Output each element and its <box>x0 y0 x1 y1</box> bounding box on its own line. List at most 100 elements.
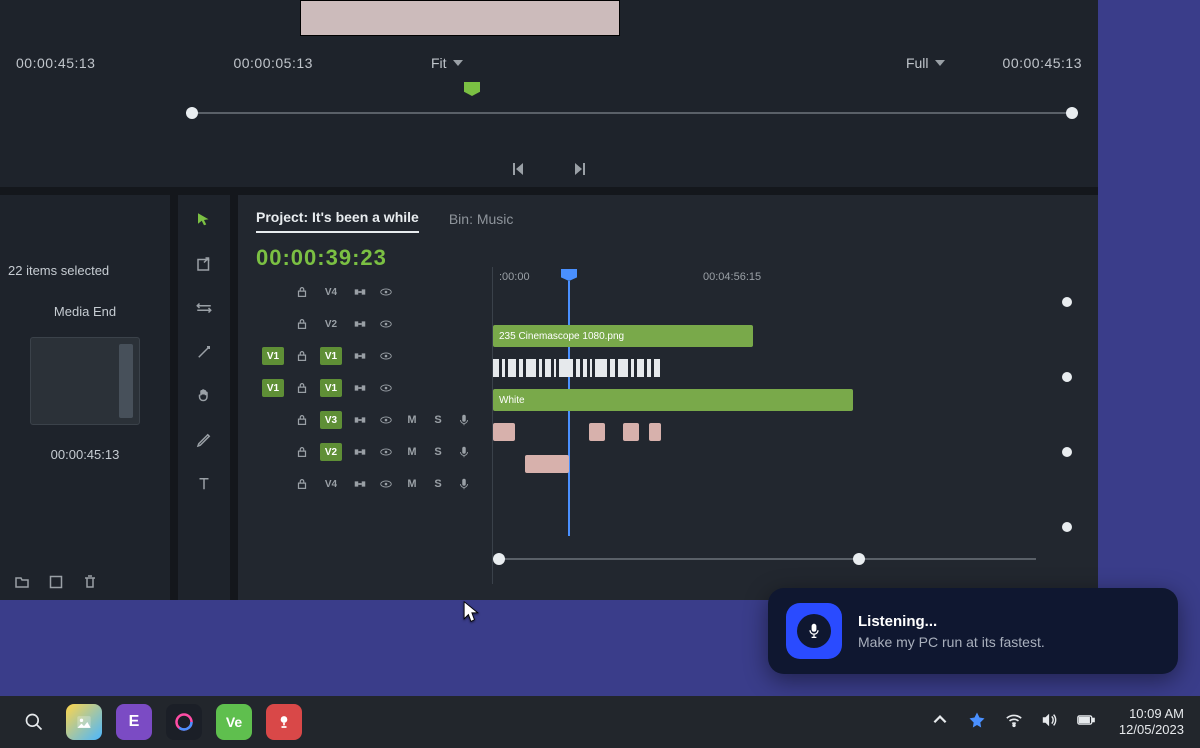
zoom-fit-label: Fit <box>431 55 447 71</box>
photos-app-icon[interactable] <box>66 704 102 740</box>
rate-stretch-tool[interactable] <box>193 341 215 363</box>
track-label: V2 <box>320 443 342 461</box>
eye-icon[interactable] <box>378 285 394 299</box>
track-lane[interactable] <box>493 483 1036 509</box>
assistant-transcript: Make my PC run at its fastest. <box>858 634 1045 650</box>
new-bin-icon[interactable] <box>14 574 30 590</box>
track-header-row[interactable]: V2 <box>256 311 492 337</box>
lock-icon[interactable] <box>294 349 310 363</box>
eye-icon[interactable] <box>378 317 394 331</box>
new-item-icon[interactable] <box>48 574 64 590</box>
track-header-row[interactable]: V1 V1 <box>256 375 492 401</box>
voiceover-icon[interactable] <box>456 445 472 459</box>
audio-clip[interactable] <box>649 423 661 441</box>
source-in-timecode: 00:00:05:13 <box>233 55 312 71</box>
track-area[interactable]: :00:00 00:04:56:15 235 Cinemascope 1080.… <box>492 267 1080 584</box>
track-header-row[interactable]: V3 M S <box>256 407 492 433</box>
sync-lock-icon[interactable] <box>352 285 368 299</box>
export-frame-tool[interactable] <box>193 253 215 275</box>
battery-icon[interactable] <box>1077 711 1095 734</box>
wifi-icon[interactable] <box>1005 711 1023 734</box>
eye-icon[interactable] <box>378 381 394 395</box>
solo-toggle[interactable]: S <box>434 478 441 490</box>
taskbar-clock[interactable]: 10:09 AM 12/05/2023 <box>1119 706 1184 737</box>
copilot-icon[interactable] <box>967 710 987 735</box>
delete-icon[interactable] <box>82 574 98 590</box>
track-headers: V4 V2 V1 V1 <box>256 267 492 584</box>
track-lane[interactable] <box>493 451 1036 477</box>
video-clip[interactable]: 235 Cinemascope 1080.png <box>493 325 753 347</box>
voice-assistant-popup[interactable]: Listening... Make my PC run at its faste… <box>768 588 1178 674</box>
sync-lock-icon[interactable] <box>352 381 368 395</box>
volume-icon[interactable] <box>1041 711 1059 734</box>
track-zoom-handles[interactable] <box>1062 297 1072 532</box>
zoom-fit-dropdown[interactable]: Fit <box>431 55 463 71</box>
sync-lock-icon[interactable] <box>352 477 368 491</box>
ruler-tick-label: 00:04:56:15 <box>703 271 761 283</box>
timeline-project-title: Project: It's been a while <box>256 209 419 233</box>
lock-icon[interactable] <box>294 445 310 459</box>
audio-clip[interactable] <box>525 455 569 473</box>
track-target-badge[interactable]: V1 <box>262 379 284 397</box>
sync-lock-icon[interactable] <box>352 317 368 331</box>
track-lane[interactable] <box>493 355 1036 381</box>
track-lane[interactable]: White <box>493 387 1036 413</box>
voiceover-icon[interactable] <box>456 413 472 427</box>
search-button[interactable] <box>16 704 52 740</box>
lock-icon[interactable] <box>294 285 310 299</box>
ripple-edit-tool[interactable] <box>193 297 215 319</box>
lock-icon[interactable] <box>294 317 310 331</box>
track-lane[interactable] <box>493 419 1036 445</box>
eye-icon[interactable] <box>378 445 394 459</box>
mute-toggle[interactable]: M <box>407 478 416 490</box>
track-target-badge[interactable]: V1 <box>262 347 284 365</box>
track-header-row[interactable]: V1 V1 <box>256 343 492 369</box>
video-clip[interactable]: White <box>493 389 853 411</box>
solo-toggle[interactable]: S <box>434 446 441 458</box>
eye-icon[interactable] <box>378 477 394 491</box>
solo-toggle[interactable]: S <box>434 414 441 426</box>
timeline-zoom-slider[interactable] <box>493 552 1036 566</box>
type-tool[interactable] <box>193 473 215 495</box>
sync-lock-icon[interactable] <box>352 349 368 363</box>
step-back-button[interactable] <box>510 161 526 177</box>
voiceover-icon[interactable] <box>456 477 472 491</box>
resolution-dropdown[interactable]: Full <box>906 55 945 71</box>
track-header-row[interactable]: V2 M S <box>256 439 492 465</box>
video-clip[interactable] <box>493 357 673 379</box>
timeline-bin-label: Bin: Music <box>449 211 514 233</box>
clip-thumbnail[interactable] <box>30 337 140 425</box>
eye-icon[interactable] <box>378 413 394 427</box>
lock-icon[interactable] <box>294 477 310 491</box>
selection-tool[interactable] <box>193 209 215 231</box>
track-header-row[interactable]: V4 M S <box>256 471 492 497</box>
sync-lock-icon[interactable] <box>352 445 368 459</box>
mute-toggle[interactable]: M <box>407 414 416 426</box>
camera-app-icon[interactable] <box>266 704 302 740</box>
hand-tool[interactable] <box>193 385 215 407</box>
mouse-cursor-icon <box>462 600 480 624</box>
chevron-down-icon <box>453 60 463 66</box>
eye-icon[interactable] <box>378 349 394 363</box>
mail-app-icon[interactable]: E <box>116 704 152 740</box>
media-end-label: Media End <box>8 304 162 319</box>
track-lane[interactable]: 235 Cinemascope 1080.png <box>493 323 1036 349</box>
lock-icon[interactable] <box>294 413 310 427</box>
preview-scrub-bar[interactable] <box>186 102 1078 126</box>
track-lane[interactable] <box>493 291 1036 317</box>
sync-lock-icon[interactable] <box>352 413 368 427</box>
step-forward-button[interactable] <box>572 161 588 177</box>
mute-toggle[interactable]: M <box>407 446 416 458</box>
preview-playhead-marker[interactable] <box>464 82 480 96</box>
track-header-row[interactable]: V4 <box>256 279 492 305</box>
video-editor-window: 00:00:45:13 00:00:05:13 Fit Full 00:00:4… <box>0 0 1098 600</box>
lock-icon[interactable] <box>294 381 310 395</box>
pen-tool[interactable] <box>193 429 215 451</box>
audio-clip[interactable] <box>589 423 605 441</box>
video-editor-app-icon[interactable]: Ve <box>216 704 252 740</box>
tray-expand-icon[interactable] <box>931 711 949 734</box>
audio-clip[interactable] <box>493 423 515 441</box>
browser-app-icon[interactable] <box>166 704 202 740</box>
audio-clip[interactable] <box>623 423 639 441</box>
source-out-timecode: 00:00:45:13 <box>16 55 95 71</box>
